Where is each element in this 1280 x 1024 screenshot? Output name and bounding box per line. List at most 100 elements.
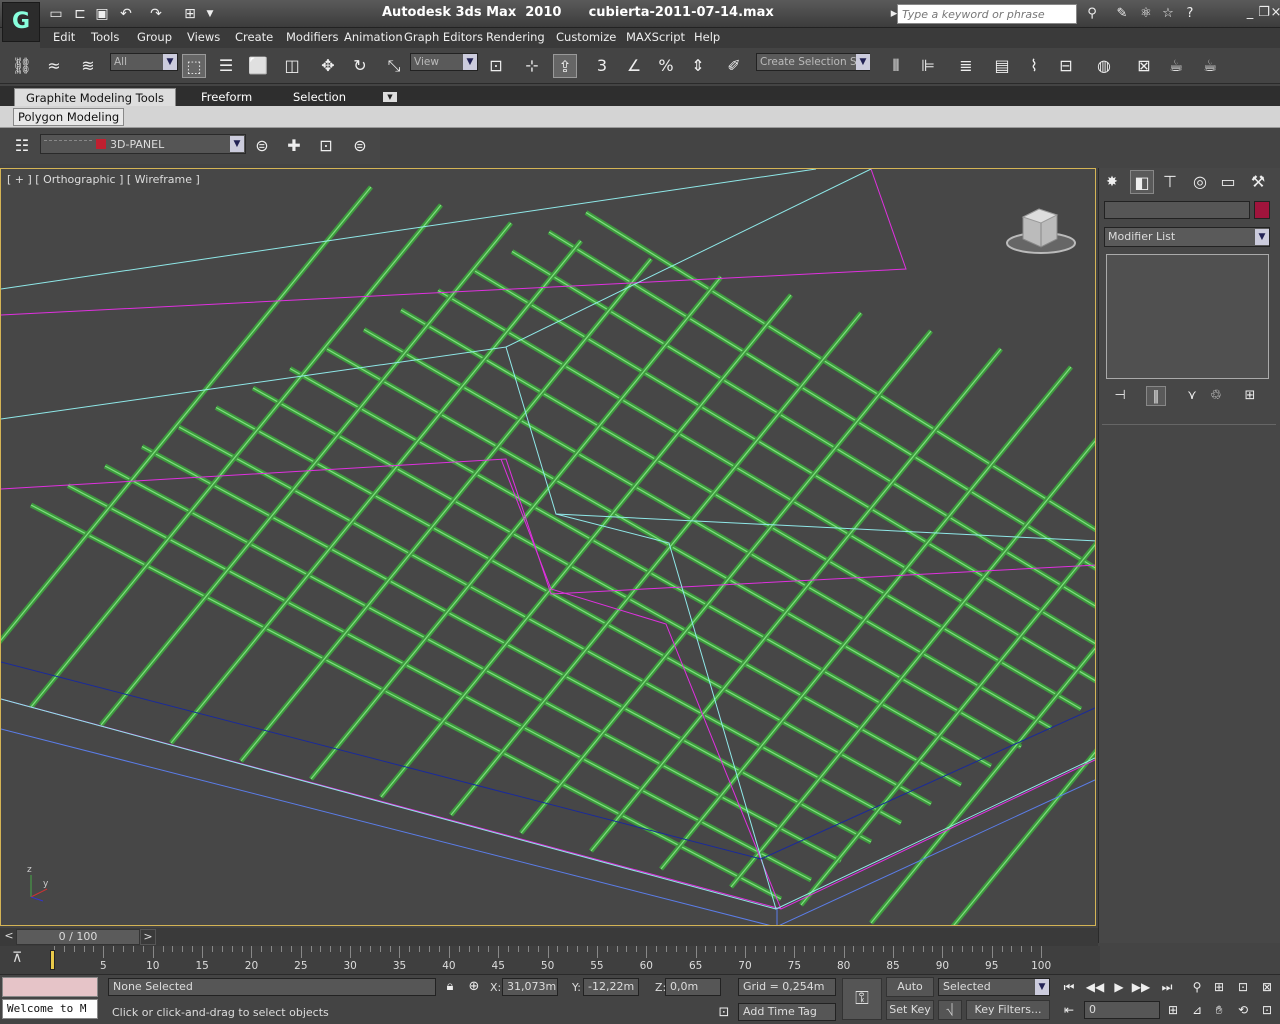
material-editor-icon[interactable]: ◍ [1092,54,1116,78]
open-file-icon[interactable]: ⊏ [70,4,90,24]
redo-icon[interactable]: ↷ [146,4,166,24]
spinner-snap-icon[interactable]: ⇕ [686,54,710,78]
select-object-icon[interactable]: ⬚ [182,54,206,78]
show-end-result-icon[interactable]: ‖ [1146,386,1166,406]
menu-tools[interactable]: Tools [91,30,119,44]
object-name-input[interactable] [1104,201,1250,219]
binoculars-icon[interactable]: ⚲ [1082,4,1102,24]
rotate-icon[interactable]: ↻ [348,54,372,78]
save-icon[interactable]: ▣ [92,4,112,24]
zoom-all-icon[interactable]: ⊞ [1208,977,1230,997]
ribbon-options-icon[interactable]: ▼ [383,92,397,102]
hierarchy-tab-icon[interactable]: ⊤ [1158,170,1182,194]
menu-group[interactable]: Group [137,30,172,44]
app-logo-button[interactable]: G [2,2,40,42]
window-crossing-icon[interactable]: ◫ [280,54,304,78]
stack-level-icon[interactable] [44,140,92,148]
time-slider[interactable]: 0 / 100 [16,929,140,945]
pivot-center-icon[interactable]: ⊡ [484,54,508,78]
modifier-stack[interactable] [1106,254,1269,379]
selection-lock-icon[interactable]: 🔒︎ [440,977,460,997]
chevron-down-icon[interactable]: ▼ [1255,229,1269,245]
render-production-icon[interactable]: ☕ [1198,54,1222,78]
rendered-frame-icon[interactable]: ☕ [1164,54,1188,78]
schematic-view-icon[interactable]: ⊟ [1054,54,1078,78]
menu-edit[interactable]: Edit [53,30,75,44]
tab-freeform[interactable]: Freeform [193,88,260,106]
favorites-icon[interactable]: ☆ [1158,4,1178,24]
orbit-icon[interactable]: ⟲ [1232,1000,1254,1020]
motion-tab-icon[interactable]: ◎ [1188,170,1212,194]
undo-icon[interactable]: ↶ [116,4,136,24]
next-modifier-icon[interactable]: ⊡ [314,134,338,158]
move-icon[interactable]: ✥ [316,54,340,78]
set-key-button[interactable]: Set Key [886,1000,934,1020]
time-tag-icon[interactable]: ⊡ [714,1003,734,1023]
display-tab-icon[interactable]: ▭ [1216,170,1240,194]
current-frame-input[interactable]: 0 [1084,1001,1160,1019]
chevron-down-icon[interactable]: ▼ [230,136,244,152]
select-by-name-icon[interactable]: ☰ [214,54,238,78]
curve-editor-icon[interactable]: ⌇ [1022,54,1046,78]
collapse-stack-icon[interactable]: ⊜ [348,134,372,158]
z-coordinate-input[interactable]: 0,0m [665,978,721,996]
modify-mode-icon[interactable]: ☷ [10,134,34,158]
rectangular-selection-icon[interactable]: ⬜ [246,54,270,78]
align-icon[interactable]: ⊫ [916,54,940,78]
bind-space-warp-icon[interactable]: ≋ [76,54,100,78]
previous-frame-icon[interactable]: ◀◀ [1084,977,1106,997]
tab-graphite-modeling-tools[interactable]: Graphite Modeling Tools [14,88,176,106]
pin-stack-icon[interactable]: ⊣ [1110,386,1130,406]
viewcube[interactable] [1005,203,1079,259]
remove-modifier-icon[interactable]: ♲ [1206,386,1226,406]
angle-snap-icon[interactable]: ∠ [622,54,646,78]
zoom-extents-icon[interactable]: ⊡ [1232,977,1254,997]
menu-graph-editors[interactable]: Graph Editors [404,30,483,44]
menu-modifiers[interactable]: Modifiers [286,30,339,44]
menu-customize[interactable]: Customize [556,30,616,44]
add-modifier-icon[interactable]: ✚ [282,134,306,158]
zoom-extents-all-icon[interactable]: ⊠ [1256,977,1278,997]
mirror-icon[interactable]: ⫴ [884,54,908,78]
keyboard-shortcut-override-icon[interactable]: ⇪ [553,54,577,78]
communication-icon[interactable]: ⚛ [1136,4,1156,24]
modify-tab-icon[interactable]: ◧ [1130,170,1154,194]
menu-rendering[interactable]: Rendering [486,30,545,44]
subscription-icon[interactable]: ✎ [1112,4,1132,24]
menu-create[interactable]: Create [235,30,273,44]
named-selection-sets-dropdown[interactable]: Create Selection Se [756,53,870,71]
key-mode-toggle-icon[interactable]: ⇤ [1058,1000,1080,1020]
project-folder-icon[interactable]: ⊞ [180,4,200,24]
track-bar[interactable]: 5 10 15 20 25 30 35 40 45 50 55 60 65 70 75 80 85 90 95 100 [40,946,1100,974]
default-tangents-icon[interactable]: ⎷ [938,1000,962,1020]
next-frame-icon[interactable]: ▶▶ [1130,977,1152,997]
next-frame-arrow-icon[interactable]: > [140,929,156,945]
snaps-toggle-icon[interactable]: 3 [590,54,614,78]
maxscript-listener-output[interactable] [2,977,98,997]
time-configuration-icon[interactable]: ⊞ [1162,1000,1184,1020]
chevron-down-icon[interactable]: ▼ [1035,979,1049,995]
zoom-icon[interactable]: ⚲ [1186,977,1208,997]
previous-modifier-icon[interactable]: ⊜ [250,134,274,158]
y-coordinate-input[interactable]: -12,22m [583,978,639,996]
object-color-button[interactable] [1254,201,1270,219]
key-mode-dropdown[interactable]: Selected [938,978,1050,996]
curve-editor-mini-icon[interactable]: ⊼ [12,950,22,966]
absolute-relative-transform-icon[interactable]: ⊕ [464,977,484,997]
configure-sets-icon[interactable]: ⊞ [1240,386,1260,406]
chevron-down-icon[interactable]: ▼ [856,54,870,70]
help-icon[interactable]: ? [1180,4,1200,24]
link-icon[interactable]: ⛓ [10,54,34,78]
quick-access-dropdown-icon[interactable]: ▼ [200,4,220,24]
chevron-down-icon[interactable]: ▼ [163,54,177,70]
layer-manager-icon[interactable]: ≣ [954,54,978,78]
scale-icon[interactable]: ⤡ [382,54,406,78]
pan-hand-icon[interactable]: ✋︎ [1208,1000,1230,1020]
render-setup-icon[interactable]: ⊠ [1132,54,1156,78]
add-time-tag-button[interactable]: Add Time Tag [738,1003,836,1021]
maxscript-listener-input[interactable]: Welcome to M [2,999,98,1019]
mini-curve-toggle[interactable]: ⊼ [0,946,40,974]
new-file-icon[interactable]: ▭ [46,4,66,24]
menu-maxscript[interactable]: MAXScript [626,30,685,44]
menu-help[interactable]: Help [694,30,720,44]
